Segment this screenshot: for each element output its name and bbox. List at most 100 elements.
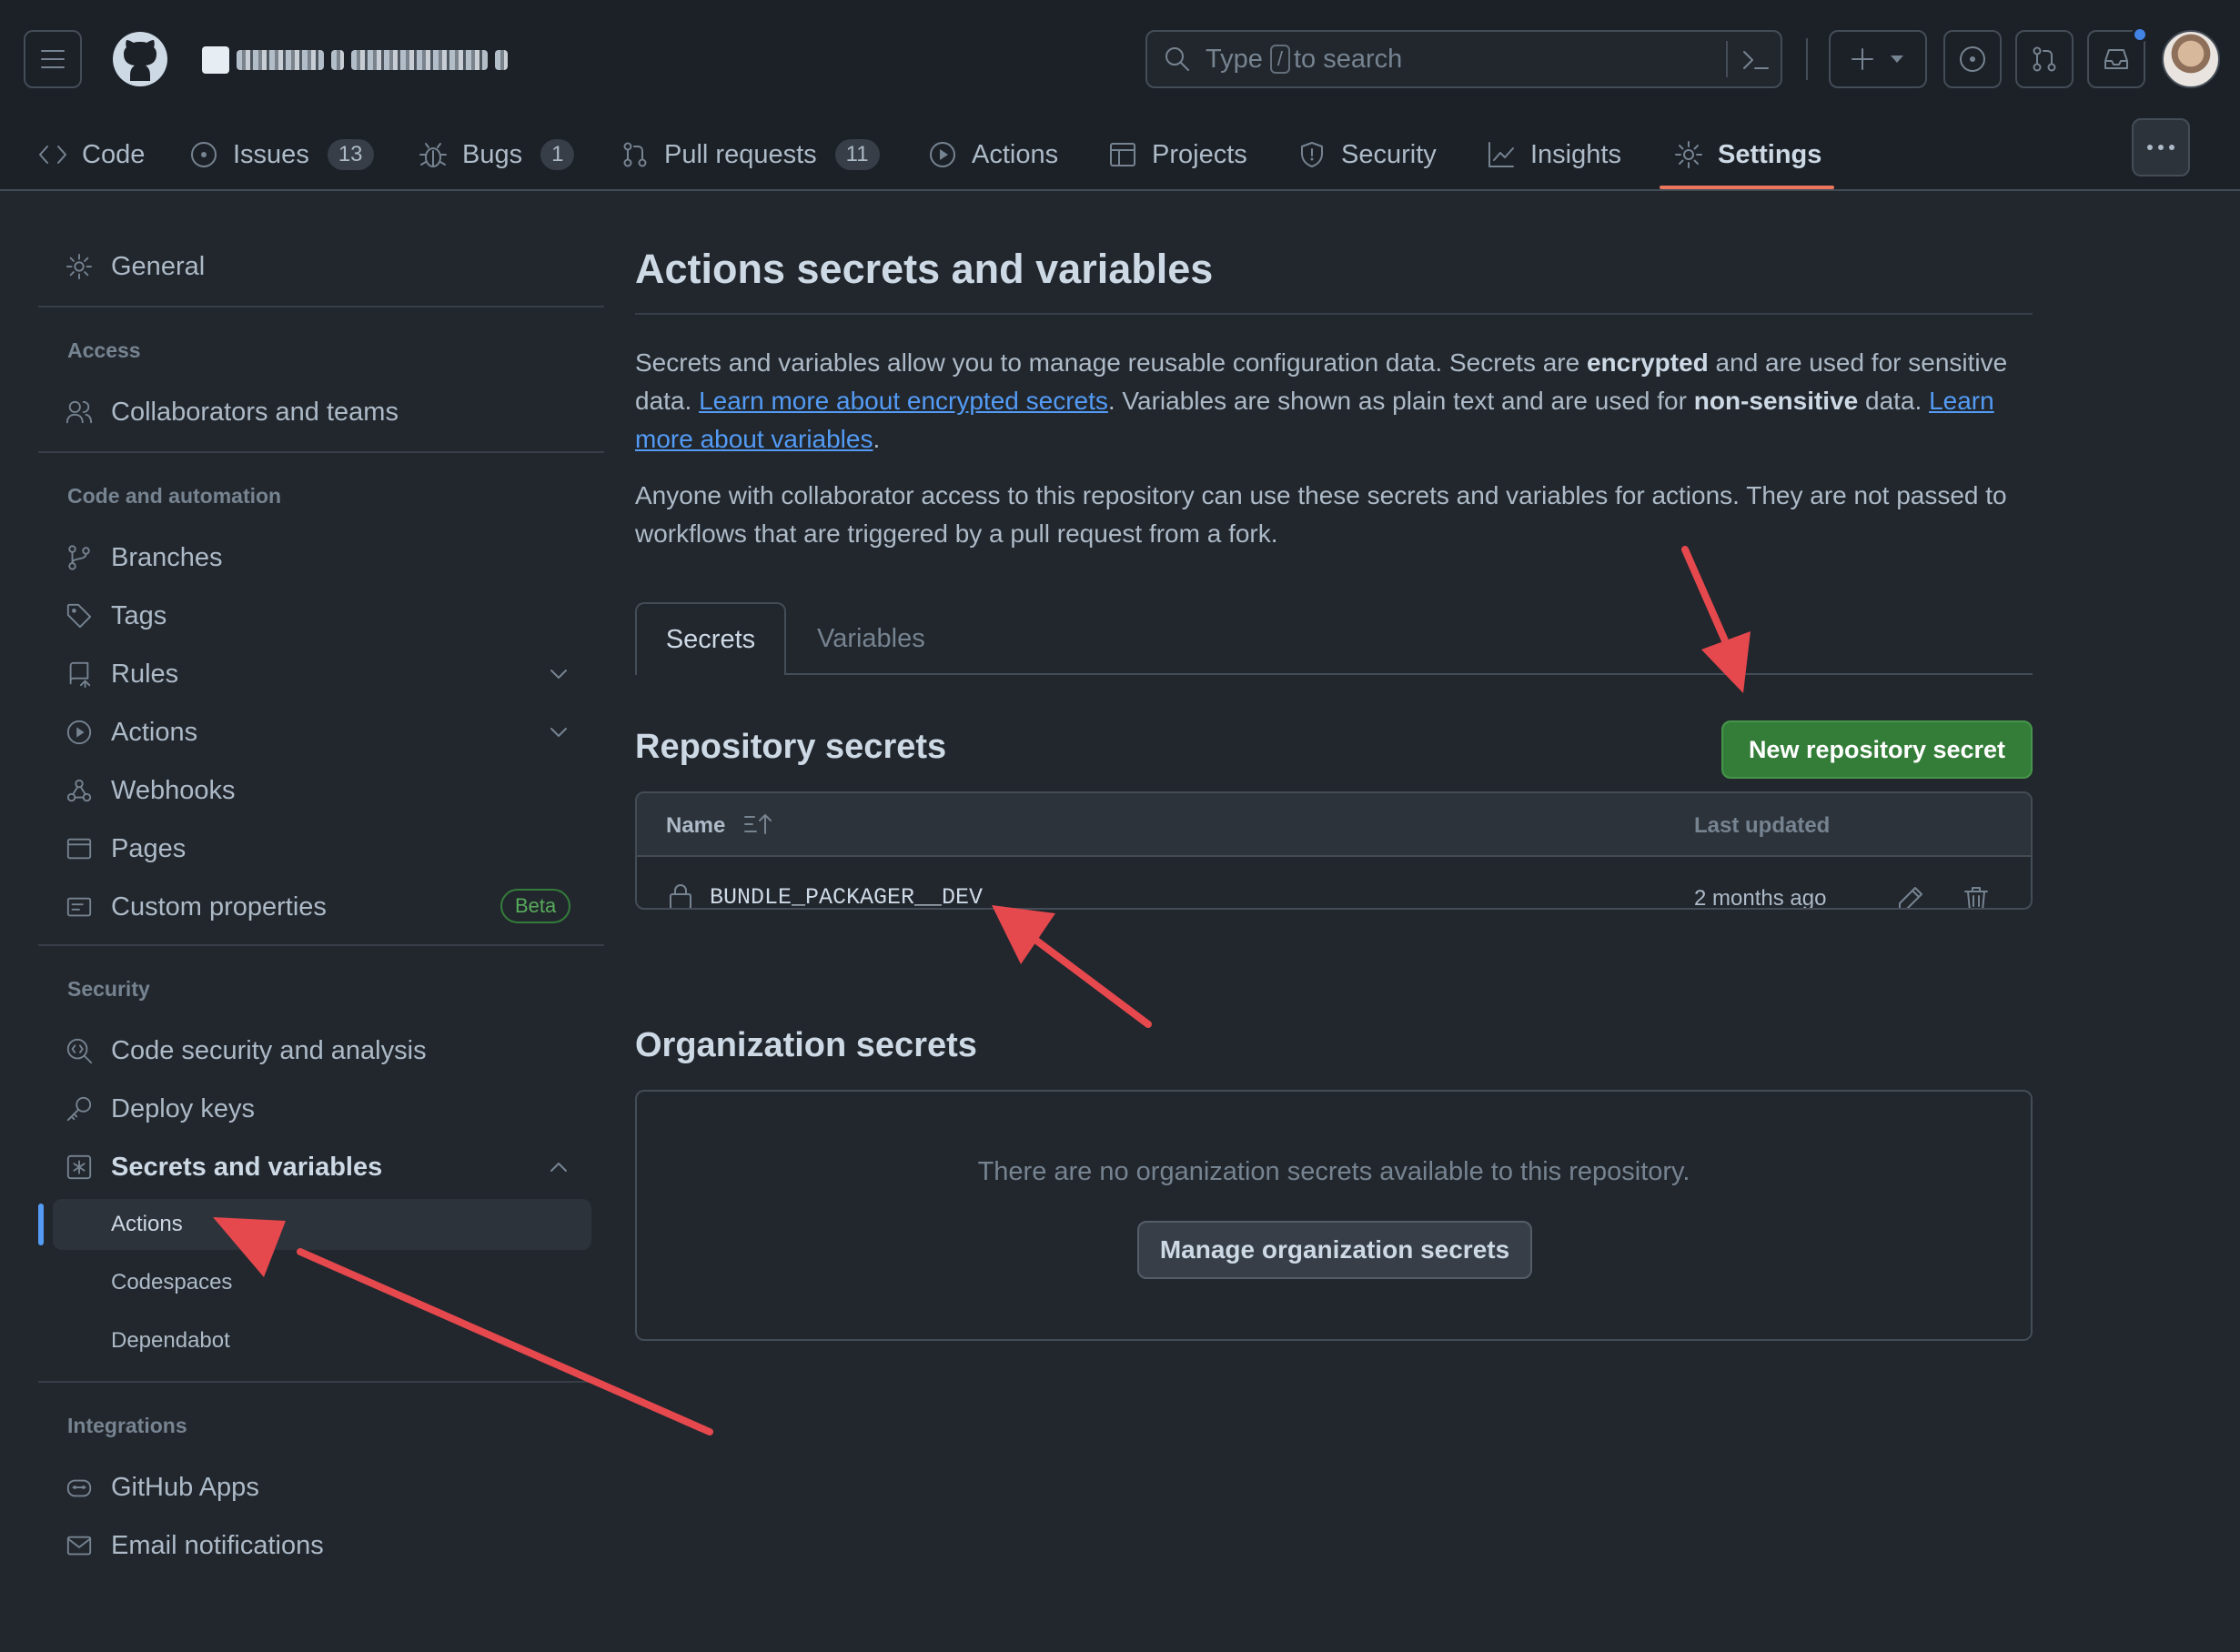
tab-actions[interactable]: Actions	[928, 118, 1058, 191]
repo-push-icon	[69, 661, 91, 688]
column-header-last-updated: Last updated	[1694, 813, 1831, 838]
tab-settings-label: Settings	[1718, 139, 1822, 169]
manage-organization-secrets-button[interactable]: Manage organization secrets	[1137, 1221, 1532, 1279]
page-title: Actions secrets and variables	[635, 246, 1214, 292]
sidebar-section-code-automation: Code and automation	[67, 484, 282, 508]
sidebar-section-access: Access	[67, 338, 141, 362]
intro-text: data.	[1858, 387, 1930, 415]
key-icon	[66, 1096, 92, 1122]
tab-pull-requests[interactable]: Pull requests 11	[621, 118, 880, 191]
tab-security[interactable]: Security	[1297, 118, 1437, 191]
trash-icon[interactable]	[1962, 884, 1991, 910]
sidebar-item-collaborators[interactable]: Collaborators and teams	[38, 387, 591, 438]
tag-icon	[66, 603, 92, 629]
pencil-icon[interactable]	[1896, 884, 1925, 910]
sidebar-item-code-security[interactable]: Code security and analysis	[38, 1025, 591, 1076]
sidebar-item-github-apps[interactable]: GitHub Apps	[38, 1462, 591, 1513]
tab-bugs[interactable]: Bugs 1	[419, 118, 575, 191]
top-header: Type / to search Code Issues 13 Bugs 1 P…	[0, 0, 2240, 191]
tab-code[interactable]: Code	[38, 118, 145, 191]
sidebar-item-custom-properties[interactable]: Custom properties Beta	[38, 881, 591, 932]
repository-secrets-heading: Repository secrets	[635, 728, 947, 766]
issue-icon	[191, 142, 217, 167]
intro-bold-encrypted: encrypted	[1586, 348, 1709, 377]
tab-settings[interactable]: Settings	[1674, 118, 1821, 191]
sidebar-divider	[38, 944, 604, 946]
chevron-down-icon	[550, 670, 567, 679]
search-input[interactable]: Type / to search	[1145, 30, 1782, 88]
sidebar-item-branches[interactable]: Branches	[38, 532, 591, 583]
intro-bold-non-sensitive: non-sensitive	[1693, 387, 1859, 415]
browser-icon	[66, 838, 92, 860]
sidebar-item-label: Pages	[111, 833, 187, 863]
intro-text: Secrets and variables allow you to manag…	[635, 348, 1587, 377]
lock-icon	[670, 884, 691, 908]
sidebar-item-actions[interactable]: Actions	[38, 707, 591, 758]
sidebar-subitem-actions[interactable]: Actions	[53, 1199, 591, 1250]
tab-secrets[interactable]: Secrets	[635, 602, 786, 675]
new-repository-secret-button[interactable]: New repository secret	[1721, 720, 2033, 779]
sidebar-item-label: Webhooks	[111, 775, 236, 805]
issues-button[interactable]	[1943, 30, 2002, 88]
chevron-down-icon	[1891, 55, 1903, 63]
sidebar-subitem-dependabot[interactable]: Dependabot	[38, 1315, 591, 1366]
terminal-icon[interactable]	[1741, 46, 1771, 74]
repo-name-redacted[interactable]	[202, 42, 548, 78]
search-slash-key: /	[1269, 45, 1290, 74]
sort-ascending-icon[interactable]	[742, 811, 773, 837]
sidebar-item-email-notifications[interactable]: Email notifications	[38, 1520, 591, 1571]
tab-issues[interactable]: Issues 13	[189, 118, 374, 191]
note-icon	[66, 897, 92, 917]
hamburger-menu-button[interactable]	[24, 30, 82, 88]
avatar[interactable]	[2162, 30, 2220, 88]
title-divider	[635, 313, 2033, 315]
sidebar-item-label: Tags	[111, 600, 167, 630]
sidebar-item-label: Rules	[111, 659, 179, 689]
tab-variables[interactable]: Variables	[817, 602, 925, 675]
pull-request-icon	[2033, 46, 2056, 72]
sidebar-subitem-codespaces[interactable]: Codespaces	[38, 1257, 591, 1308]
sidebar-item-label: Email notifications	[111, 1530, 324, 1560]
chevron-down-icon	[550, 728, 567, 737]
issue-icon	[1960, 46, 1985, 72]
sidebar-item-general[interactable]: General	[38, 241, 591, 292]
secrets-variables-tabs: Secrets Variables	[635, 602, 2033, 675]
sidebar-item-secrets-variables[interactable]: Secrets and variables	[38, 1142, 591, 1193]
sidebar-item-rules[interactable]: Rules	[38, 649, 591, 700]
sidebar-divider	[38, 451, 604, 453]
tab-insights[interactable]: Insights	[1487, 118, 1621, 191]
table-icon	[1110, 143, 1135, 166]
pull-request-icon	[623, 142, 647, 167]
search-icon	[1165, 47, 1189, 71]
branch-icon	[68, 545, 90, 570]
asterisk-box-icon	[66, 1154, 92, 1180]
search-prefix: Type	[1206, 44, 1263, 74]
tab-projects[interactable]: Projects	[1108, 118, 1247, 191]
secret-name: BUNDLE_PACKAGER__DEV	[710, 884, 984, 910]
organization-secrets-box: There are no organization secrets availa…	[635, 1090, 2033, 1341]
active-tab-indicator	[1660, 186, 1834, 189]
code-icon	[39, 146, 66, 164]
more-options-button[interactable]	[2132, 118, 2190, 176]
organization-secrets-heading: Organization secrets	[635, 1026, 977, 1064]
sidebar-item-label: Branches	[111, 542, 223, 572]
table-row: BUNDLE_PACKAGER__DEV 2 months ago	[637, 857, 2031, 910]
github-logo-icon[interactable]	[111, 30, 169, 88]
sidebar-item-label: Deploy keys	[111, 1093, 255, 1123]
sidebar-item-pages[interactable]: Pages	[38, 823, 591, 874]
sidebar-item-tags[interactable]: Tags	[38, 590, 591, 641]
sidebar-item-webhooks[interactable]: Webhooks	[38, 765, 591, 816]
tab-code-label: Code	[82, 139, 146, 169]
inbox-icon	[2104, 49, 2128, 69]
play-icon	[930, 142, 955, 167]
sidebar-divider	[38, 1381, 604, 1383]
learn-encrypted-secrets-link[interactable]: Learn more about encrypted secrets	[699, 387, 1108, 415]
sidebar-divider	[38, 306, 604, 307]
beta-badge: Beta	[500, 889, 571, 923]
column-header-name[interactable]: Name	[666, 813, 725, 839]
create-new-button[interactable]	[1829, 30, 1927, 88]
shield-icon	[1301, 142, 1323, 167]
pull-requests-button[interactable]	[2015, 30, 2074, 88]
sidebar-item-label: Custom properties	[111, 891, 327, 922]
sidebar-item-deploy-keys[interactable]: Deploy keys	[38, 1083, 591, 1134]
